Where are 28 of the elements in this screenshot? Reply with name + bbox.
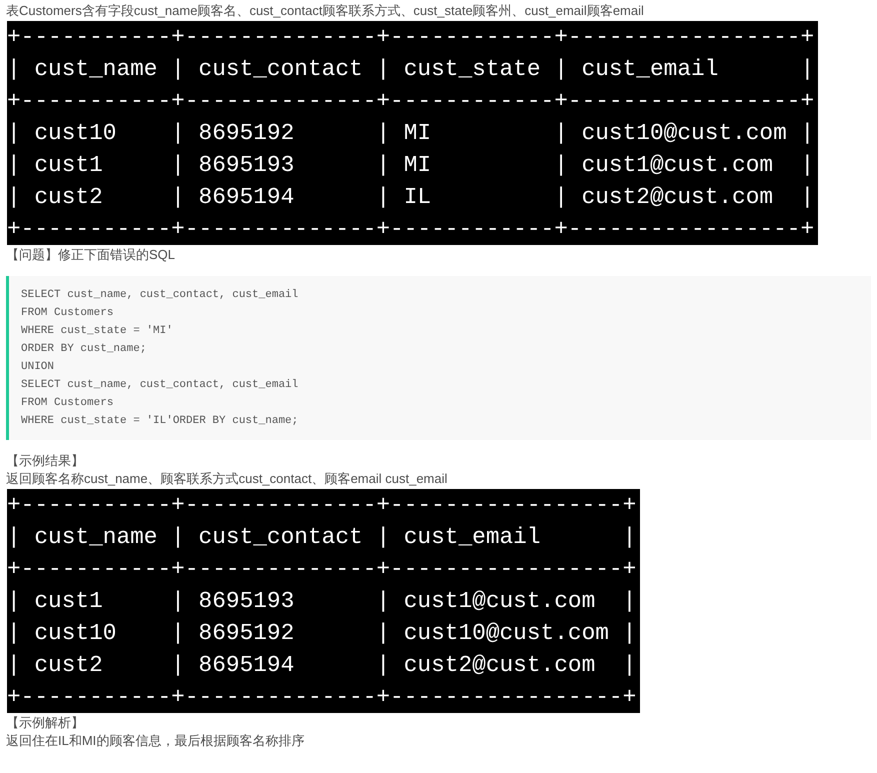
- paragraph-text: 【示例结果】: [6, 452, 85, 470]
- paragraph-text: 返回顾客名称cust_name、顾客联系方式cust_contact、顾客email cust_email: [6, 470, 448, 488]
- terminal-line: | cust10 | 8695192 | MI | cust10@cust.com |: [7, 119, 814, 148]
- terminal-line: +-----------+--------------+-----------------+: [7, 555, 636, 584]
- code-line: SELECT cust_name, cust_contact, cust_email: [21, 288, 300, 303]
- code-line: UNION: [21, 360, 56, 375]
- terminal-line: +-----------+--------------+-----------------+: [7, 683, 636, 712]
- terminal-line: +-----------+--------------+------------+-----------------+: [7, 23, 814, 52]
- terminal-line: | cust2 | 8695194 | cust2@cust.com |: [7, 651, 636, 680]
- code-line: FROM Customers: [21, 306, 114, 321]
- code-line: WHERE cust_state = 'IL'ORDER BY cust_name;: [21, 414, 300, 429]
- paragraph-text: 【示例解析】: [6, 714, 85, 732]
- terminal-line: | cust10 | 8695192 | cust10@cust.com |: [7, 619, 636, 648]
- code-line: FROM Customers: [21, 396, 114, 411]
- code-line: WHERE cust_state = 'MI': [21, 324, 174, 339]
- code-line: SELECT cust_name, cust_contact, cust_email: [21, 378, 300, 393]
- terminal-line: | cust_name | cust_contact | cust_state | cust_email |: [7, 55, 814, 84]
- terminal-line: | cust2 | 8695194 | IL | cust2@cust.com |: [7, 183, 814, 212]
- terminal-line: | cust1 | 8695193 | cust1@cust.com |: [7, 587, 636, 616]
- terminal-line: +-----------+--------------+-----------------+: [7, 491, 636, 520]
- terminal-line: +-----------+--------------+------------+-----------------+: [7, 215, 814, 244]
- terminal-line: | cust_name | cust_contact | cust_email |: [7, 523, 636, 552]
- paragraph-text: 返回住在IL和MI的顾客信息，最后根据顾客名称排序: [6, 732, 306, 750]
- paragraph-text: 【问题】修正下面错误的SQL: [6, 246, 176, 264]
- paragraph-text: 表Customers含有字段cust_name顾客名、cust_contact顾客联系方式、cust_state顾客州、cust_email顾客email: [6, 2, 645, 20]
- code-line: ORDER BY cust_name;: [21, 342, 148, 357]
- terminal-line: +-----------+--------------+------------+-----------------+: [7, 87, 814, 116]
- terminal-line: | cust1 | 8695193 | MI | cust1@cust.com |: [7, 151, 814, 180]
